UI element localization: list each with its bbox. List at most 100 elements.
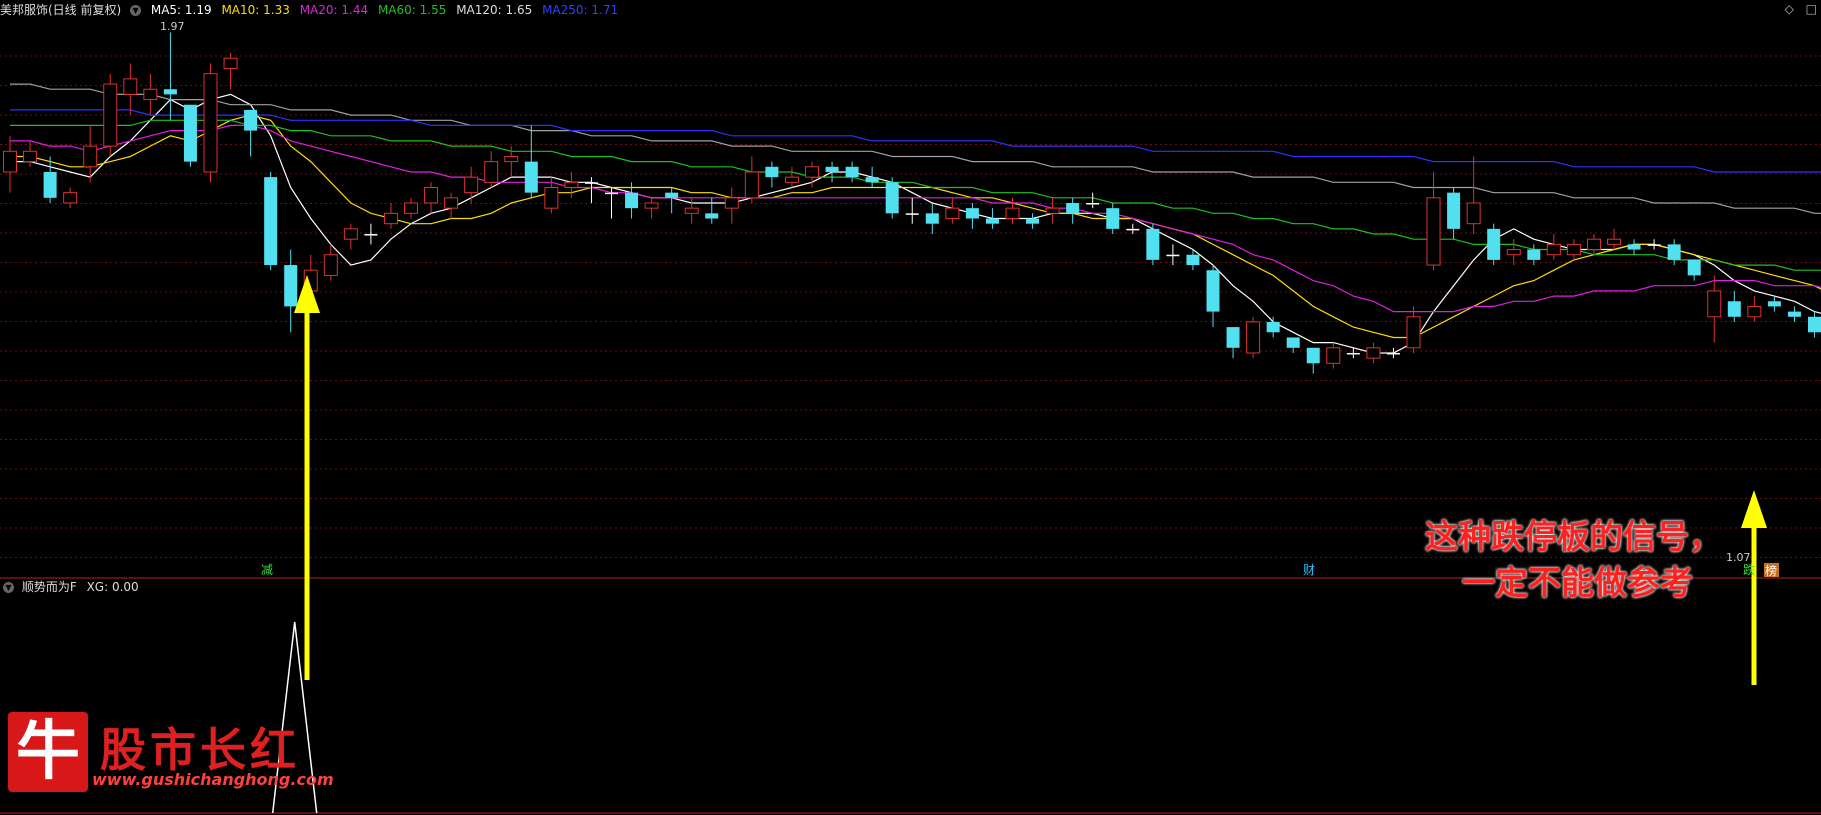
ma-line-ma5 [10,93,1821,354]
window-controls: ◇ □ [1777,2,1817,16]
candle-body [1447,192,1461,229]
ma20-label: MA20: 1.44 [299,3,369,17]
candle-body [1266,321,1280,333]
candle-body [1005,207,1020,220]
candle-body [1146,228,1160,260]
candle-body [1667,244,1681,260]
candle-body [484,161,499,183]
ma5-label: MA5: 1.19 [150,3,212,17]
candle-body [1206,270,1220,312]
candle-body [1727,301,1741,317]
candle-body [1687,259,1701,276]
candle-body [1226,327,1240,348]
candle-body [103,83,118,147]
candle-body [404,202,418,214]
candle-body [965,208,979,219]
ma-line-ma20 [10,124,1821,313]
kline-chart[interactable]: 1.97 1.07 减 财 跌 榜 [0,0,1821,815]
marker-bang: 榜 [1765,563,1777,578]
candle-body [1527,249,1541,260]
candle-body [1406,316,1421,349]
candle-body [504,155,519,163]
candle-body [1487,228,1501,260]
indicator-title[interactable]: 顺势而为F [22,580,77,594]
annotation-line-1: 这种跌停板的信号， [1425,517,1722,556]
candle-body [464,176,479,194]
candle-body [644,202,659,209]
ma10-label: MA10: 1.33 [221,3,290,17]
high-price-label: 1.97 [160,20,185,33]
candle-body [163,89,177,95]
candle-body [1707,290,1722,318]
candle-body [1627,244,1641,250]
candle-body [765,166,779,178]
candle-body [1607,238,1621,245]
ma250-label: MA250: 1.71 [542,3,619,17]
candle-body [1106,208,1120,229]
candle-body [1326,347,1341,364]
candle-body [784,176,799,183]
candle-body [845,166,859,178]
candle-body [684,207,699,214]
candle-body [1546,243,1561,256]
candle-body [444,197,459,209]
candle-body [284,265,298,307]
maximize-icon[interactable]: □ [1806,2,1817,16]
candlestick-series [3,32,1821,374]
candle-body [1767,301,1781,307]
stock-title[interactable]: 美邦服饰(日线 前复权) [0,3,121,17]
candle-body [1426,197,1441,266]
price-pane-header: 美邦服饰(日线 前复权) ▼ MA5: 1.19 MA10: 1.33 MA20… [0,0,1821,20]
candle-body [264,177,278,266]
candle-body [1586,238,1601,251]
candle-body [524,161,538,193]
candle-body [1566,243,1581,256]
candle-body [805,166,819,178]
xg-indicator-series [271,621,318,814]
candle-body [383,212,398,225]
candle-body [63,192,78,204]
indicator-dropdown-icon[interactable]: ▼ [3,582,14,593]
candle-body [203,73,218,173]
signal-arrows [294,275,1767,685]
candle-body [564,181,579,188]
candle-body [1166,254,1180,257]
candle-body [143,88,158,101]
indicator-pane-header: ▼ 顺势而为F XG: 0.00 [0,578,139,596]
candle-body [1506,249,1521,256]
candle-body [724,197,739,209]
candle-body [584,182,598,184]
candle-body [1066,203,1080,214]
candle-body [244,109,258,131]
candle-body [1386,352,1400,355]
candle-body [1246,321,1261,354]
diamond-icon[interactable]: ◇ [1785,2,1794,16]
candle-body [1086,203,1100,205]
candle-body [825,166,839,172]
candle-body [1366,347,1381,359]
candle-body [925,213,939,224]
candle-body [1126,228,1140,231]
candle-body [364,234,378,236]
indicator-value: XG: 0.00 [86,580,139,594]
candle-body [3,150,17,173]
candle-body [905,213,919,215]
candle-body [744,171,759,199]
marker-jian: 减 [261,563,273,577]
candle-body [223,57,238,70]
settings-dropdown-icon[interactable]: ▼ [130,5,142,16]
candle-body [183,104,197,162]
candle-body [1186,254,1200,266]
candle-body [83,145,98,168]
candle-body [705,213,719,219]
candle-body [1466,202,1481,225]
marker-die: 跌 [1743,562,1755,577]
candle-body [865,177,879,183]
candle-body [343,228,358,240]
candle-body [1787,311,1801,317]
candle-body [1808,316,1821,333]
candle-body [424,186,439,204]
candle-body [123,78,138,95]
marker-cai: 财 [1303,563,1315,577]
candle-body [665,192,679,198]
